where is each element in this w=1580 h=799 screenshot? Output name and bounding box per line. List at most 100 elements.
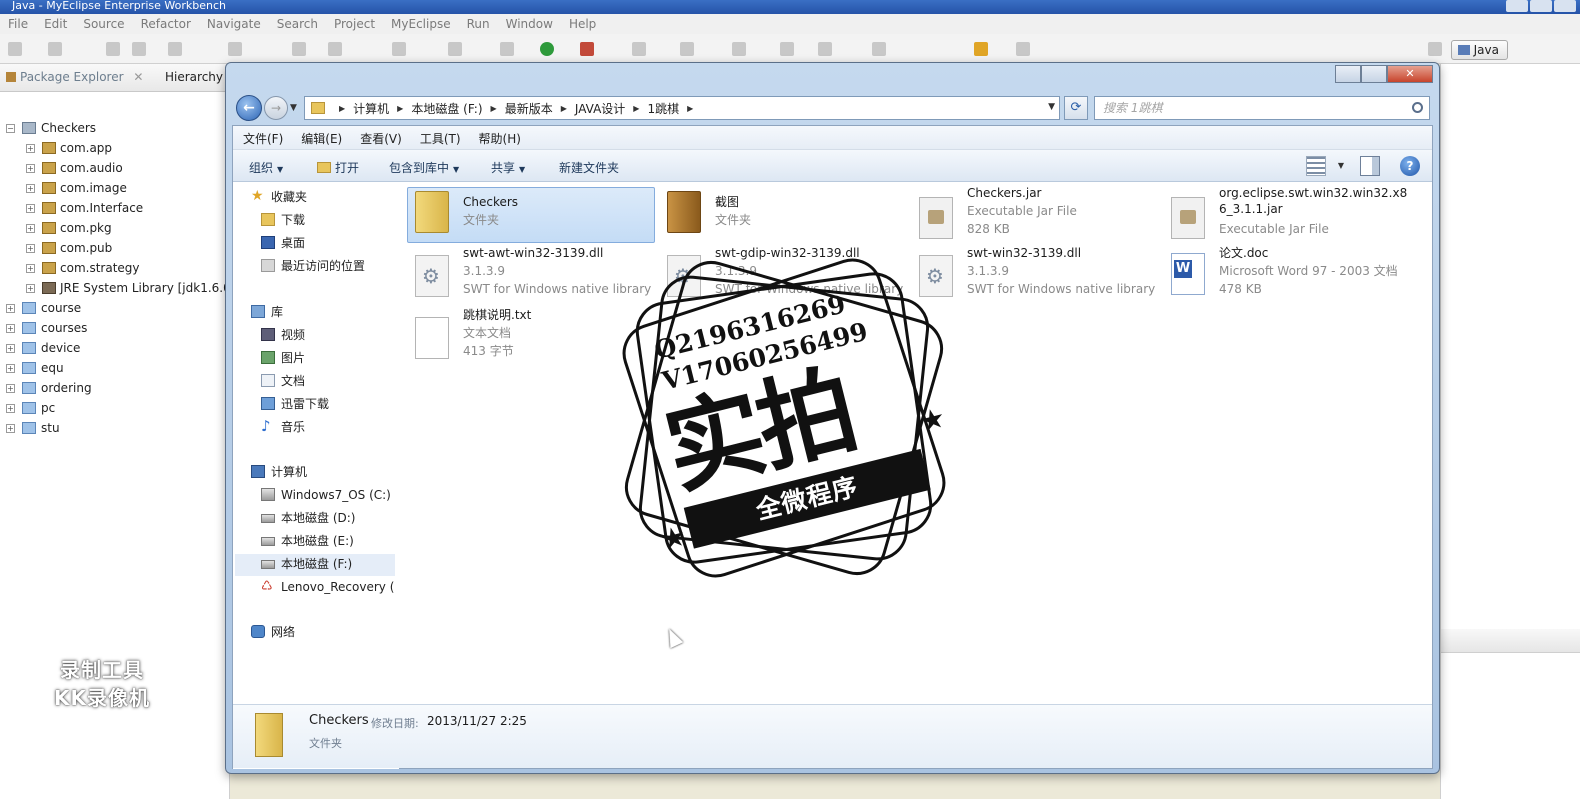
nav-libraries[interactable]: 库 (251, 302, 283, 322)
nav-drive-e[interactable]: 本地磁盘 (E:) (261, 531, 354, 551)
menu-help[interactable]: 帮助(H) (469, 126, 529, 149)
back-button[interactable]: ← (236, 95, 262, 121)
nav-item-videos[interactable]: 视频 (261, 325, 305, 345)
expand-icon[interactable]: + (26, 244, 35, 253)
eclipse-menu-refactor[interactable]: Refactor (133, 14, 199, 34)
tree-item-package[interactable]: + com.strategy (0, 258, 230, 278)
annotation-icon[interactable] (818, 42, 832, 56)
expand-icon[interactable]: + (26, 204, 35, 213)
eclipse-minimize-button[interactable] (1506, 0, 1528, 12)
expand-icon[interactable]: + (6, 424, 15, 433)
new-class-icon[interactable] (632, 42, 646, 56)
file-item-swt-jar[interactable]: org.eclipse.swt.win32.win32.x86_3.1.1.ja… (1163, 186, 1413, 245)
organize-button[interactable]: 组织 ▼ (249, 159, 283, 176)
expand-icon[interactable]: + (6, 344, 15, 353)
eclipse-menu-myeclipse[interactable]: MyEclipse (383, 14, 459, 34)
chevron-right-icon[interactable]: ▶ (687, 104, 693, 113)
tree-item-project[interactable]: + course (0, 298, 230, 318)
expand-icon[interactable]: + (26, 164, 35, 173)
file-item-swt-awt-dll[interactable]: swt-awt-win32-3139.dll 3.1.3.9 SWT for W… (407, 246, 657, 305)
tree-item-project[interactable]: + pc (0, 398, 230, 418)
expand-icon[interactable]: + (26, 224, 35, 233)
open-type-icon[interactable] (392, 42, 406, 56)
tree-item-checkers[interactable]: − Checkers (0, 118, 230, 138)
close-icon[interactable]: ✕ (133, 70, 143, 84)
tree-item-package[interactable]: + com.image (0, 178, 230, 198)
open-button[interactable]: 打开 (317, 159, 359, 176)
nav-item-recent-places[interactable]: 最近访问的位置 (261, 256, 365, 276)
nav-item-documents[interactable]: 文档 (261, 371, 305, 391)
java-perspective-button[interactable]: Java (1450, 40, 1508, 60)
nav-item-music[interactable]: ♪ 音乐 (261, 417, 305, 437)
chevron-right-icon[interactable]: ▶ (397, 104, 403, 113)
file-item-checkers-jar[interactable]: Checkers.jar Executable Jar File 828 KB (911, 186, 1161, 245)
expand-icon[interactable]: + (6, 384, 15, 393)
menu-view[interactable]: 查看(V) (350, 126, 410, 149)
file-item-thesis-doc[interactable]: 论文.doc Microsoft Word 97 - 2003 文档 478 K… (1163, 246, 1413, 305)
file-item-readme-txt[interactable]: 跳棋说明.txt 文本文档 413 字节 (407, 308, 657, 367)
back-icon[interactable] (974, 42, 988, 56)
expand-icon[interactable]: + (26, 184, 35, 193)
tab-package-explorer[interactable]: Package Explorer ✕ (6, 70, 143, 84)
refresh-button[interactable]: ⟳ (1064, 96, 1088, 120)
forward-button[interactable]: → (264, 96, 288, 120)
expand-icon[interactable]: + (6, 324, 15, 333)
close-button[interactable]: ✕ (1387, 65, 1433, 83)
history-dropdown-icon[interactable]: ▼ (290, 103, 297, 113)
eclipse-menu-help[interactable]: Help (561, 14, 604, 34)
tree-item-project[interactable]: + ordering (0, 378, 230, 398)
eclipse-menu-source[interactable]: Source (75, 14, 132, 34)
tree-item-project[interactable]: + stu (0, 418, 230, 438)
search-input[interactable]: 搜索 1跳棋 (1094, 96, 1430, 120)
expand-icon[interactable]: + (26, 264, 35, 273)
nav-favorites[interactable]: ★ 收藏夹 (251, 187, 307, 207)
expand-icon[interactable]: + (6, 404, 15, 413)
expand-icon[interactable]: + (6, 304, 15, 313)
tree-item-package[interactable]: + com.audio (0, 158, 230, 178)
open-folder-icon[interactable] (328, 42, 342, 56)
maximize-button[interactable] (1361, 65, 1387, 83)
expand-icon[interactable]: + (26, 144, 35, 153)
minimize-button[interactable] (1335, 65, 1361, 83)
new-web-icon[interactable] (228, 42, 242, 56)
chevron-right-icon[interactable]: ▶ (561, 104, 567, 113)
chevron-down-icon[interactable]: ▼ (1338, 161, 1344, 170)
preview-pane-icon[interactable] (1360, 156, 1380, 176)
eclipse-menu-window[interactable]: Window (498, 14, 561, 34)
breadcrumb-latest-version[interactable]: 最新版本 (505, 100, 553, 117)
address-bar[interactable]: ▶ 计算机 ▶ 本地磁盘 (F:) ▶ 最新版本 ▶ JAVA设计 ▶ 1跳棋 … (304, 96, 1060, 120)
tree-item-package[interactable]: + com.pub (0, 238, 230, 258)
eclipse-menu-navigate[interactable]: Navigate (199, 14, 269, 34)
chevron-right-icon[interactable]: ▶ (633, 104, 639, 113)
menu-tools[interactable]: 工具(T) (410, 126, 469, 149)
tree-item-project[interactable]: + courses (0, 318, 230, 338)
menu-file[interactable]: 文件(F) (233, 126, 291, 149)
eclipse-menu-edit[interactable]: Edit (36, 14, 75, 34)
include-in-library-button[interactable]: 包含到库中 ▼ (389, 159, 459, 176)
breadcrumb-checkers-folder[interactable]: 1跳棋 (647, 100, 679, 117)
chevron-right-icon[interactable]: ▶ (339, 104, 345, 113)
file-item-checkers-folder[interactable]: Checkers 文件夹 (407, 187, 657, 245)
nav-drive-d[interactable]: 本地磁盘 (D:) (261, 508, 355, 528)
next-annotation-icon[interactable] (872, 42, 886, 56)
file-item-swt-win32-dll[interactable]: swt-win32-3139.dll 3.1.3.9 SWT for Windo… (911, 246, 1161, 305)
external-tools-icon[interactable] (580, 42, 594, 56)
change-view-icon[interactable] (1306, 156, 1326, 176)
eclipse-close-button[interactable] (1554, 0, 1576, 12)
tree-item-jre-library[interactable]: + JRE System Library [jdk1.6.0 (0, 278, 231, 298)
tab-hierarchy[interactable]: Hierarchy (165, 70, 223, 84)
eclipse-maximize-button[interactable] (1530, 0, 1552, 12)
nav-drive-f[interactable]: 本地磁盘 (F:) (261, 554, 352, 574)
nav-network[interactable]: 网络 (251, 622, 295, 642)
expand-icon[interactable]: + (6, 364, 15, 373)
tree-item-package[interactable]: + com.Interface (0, 198, 230, 218)
open-perspective-icon[interactable] (1428, 42, 1442, 56)
tree-item-project[interactable]: + device (0, 338, 230, 358)
breadcrumb-computer[interactable]: 计算机 (353, 100, 389, 117)
expand-icon[interactable]: + (26, 284, 35, 293)
menu-edit[interactable]: 编辑(E) (291, 126, 350, 149)
eclipse-menu-project[interactable]: Project (326, 14, 383, 34)
save-icon[interactable] (48, 42, 62, 56)
file-item-swt-gdip-dll[interactable]: swt-gdip-win32-3139.dll 3.1.3.9 SWT for … (659, 246, 909, 305)
nav-item-downloads[interactable]: 下载 (261, 210, 305, 230)
